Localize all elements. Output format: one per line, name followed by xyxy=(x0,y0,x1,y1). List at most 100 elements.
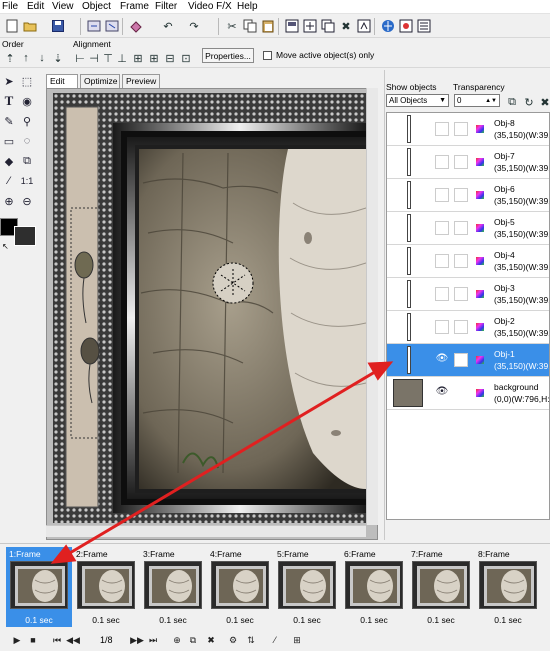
lock-toggle[interactable] xyxy=(454,254,468,268)
zoom-in-icon[interactable]: ⊕ xyxy=(2,194,16,208)
swap-colors-icon[interactable]: ↖ xyxy=(2,242,9,251)
menu-video-fx[interactable]: Video F/X xyxy=(188,1,232,12)
visibility-toggle[interactable] xyxy=(435,155,449,169)
frame-thumbnail[interactable]: 3:Frame 0.1 sec xyxy=(140,547,206,627)
lock-toggle[interactable] xyxy=(454,287,468,301)
next-frame-icon[interactable]: ▶▶ xyxy=(130,633,144,647)
export-icon[interactable] xyxy=(104,18,120,34)
copy-frame-icon[interactable]: ⧉ xyxy=(186,633,200,647)
lasso-icon[interactable]: ◌ xyxy=(20,134,34,148)
frame-properties-icon[interactable] xyxy=(284,18,300,34)
lock-toggle[interactable] xyxy=(454,122,468,136)
spinner-icon[interactable]: ▲▼ xyxy=(485,98,497,104)
frame-thumbnail[interactable]: 8:Frame 0.1 sec xyxy=(475,547,541,627)
zoom-region-icon[interactable]: ◉ xyxy=(20,94,34,108)
align-grid-icon[interactable]: ⊞ xyxy=(146,50,162,66)
object-row[interactable]: 👁 background (0,0)(W:796,H: xyxy=(387,377,549,410)
redo-icon[interactable]: ↷ xyxy=(186,18,202,34)
lock-toggle[interactable] xyxy=(454,320,468,334)
undo-icon[interactable]: ↶ xyxy=(160,18,176,34)
distribute-v-icon[interactable]: ⊡ xyxy=(178,50,194,66)
bring-forward-icon[interactable]: ↑ xyxy=(18,50,34,66)
canvas-horizontal-scrollbar[interactable] xyxy=(46,525,366,537)
paint-bucket-icon[interactable] xyxy=(128,18,144,34)
frame-order-icon[interactable]: ⇅ xyxy=(244,633,258,647)
object-row[interactable]: Obj-6 (35,150)(W:39, xyxy=(387,179,549,212)
lock-toggle[interactable] xyxy=(454,221,468,235)
frame-thumbnail[interactable]: 2:Frame 0.1 sec xyxy=(73,547,139,627)
magic-wand-icon[interactable]: ⚲ xyxy=(20,114,34,128)
background-color-swatch[interactable] xyxy=(14,226,36,246)
first-frame-icon[interactable]: ⏮ xyxy=(50,633,64,647)
properties-button[interactable]: Properties... xyxy=(202,48,254,63)
lock-toggle[interactable] xyxy=(454,353,468,367)
tab-optimize[interactable]: Optimize xyxy=(80,74,120,88)
menu-filter[interactable]: Filter xyxy=(155,1,177,12)
tab-preview[interactable]: Preview xyxy=(122,74,160,88)
fill-icon[interactable]: ◆ xyxy=(2,154,16,168)
frame-thumbnail[interactable]: 6:Frame 0.1 sec xyxy=(341,547,407,627)
object-row[interactable]: Obj-7 (35,150)(W:39, xyxy=(387,146,549,179)
tab-edit[interactable]: Edit xyxy=(46,74,78,88)
visibility-toggle[interactable] xyxy=(435,188,449,202)
frame-nav-icon[interactable] xyxy=(356,18,372,34)
visibility-eye-icon[interactable]: 👁 xyxy=(435,386,449,400)
stop-icon[interactable]: ■ xyxy=(26,633,40,647)
lock-toggle[interactable] xyxy=(454,188,468,202)
tween-icon[interactable]: ⁄ xyxy=(268,633,282,647)
visibility-toggle[interactable] xyxy=(435,254,449,268)
object-delete-icon[interactable]: ✖ xyxy=(537,94,550,110)
bring-to-front-icon[interactable]: ⇡ xyxy=(2,50,18,66)
pen-icon[interactable]: ✎ xyxy=(2,114,16,128)
transparency-input[interactable]: 0 ▲▼ xyxy=(454,94,500,107)
open-folder-icon[interactable] xyxy=(22,18,38,34)
cut-icon[interactable]: ✂ xyxy=(224,18,240,34)
lock-toggle[interactable] xyxy=(454,155,468,169)
send-backward-icon[interactable]: ↓ xyxy=(34,50,50,66)
visibility-toggle[interactable] xyxy=(435,320,449,334)
align-bottom-icon[interactable]: ⊞ xyxy=(130,50,146,66)
frame-thumbnail[interactable]: 7:Frame 0.1 sec xyxy=(408,547,474,627)
menu-frame[interactable]: Frame xyxy=(120,1,149,12)
visibility-eye-icon[interactable]: 👁 xyxy=(435,353,449,367)
frame-thumbnail[interactable]: 1:Frame 0.1 sec xyxy=(6,547,72,627)
object-row[interactable]: Obj-2 (35,150)(W:39, xyxy=(387,311,549,344)
menu-object[interactable]: Object xyxy=(82,1,111,12)
play-icon[interactable]: ▶ xyxy=(10,633,24,647)
menu-file[interactable]: File xyxy=(2,1,18,12)
object-row[interactable]: Obj-5 (35,150)(W:39, xyxy=(387,212,549,245)
object-duplicate-icon[interactable]: ↻ xyxy=(521,94,537,110)
copy-icon[interactable] xyxy=(242,18,258,34)
object-row[interactable]: Obj-8 (35,150)(W:39, xyxy=(387,113,549,146)
zoom-out-icon[interactable]: ⊖ xyxy=(20,194,34,208)
text-tool-icon[interactable]: T xyxy=(2,93,16,108)
menu-edit[interactable]: Edit xyxy=(27,1,44,12)
distribute-h-icon[interactable]: ⊟ xyxy=(162,50,178,66)
new-icon[interactable] xyxy=(4,18,20,34)
last-frame-icon[interactable]: ⏭ xyxy=(146,633,160,647)
menu-view[interactable]: View xyxy=(52,1,74,12)
align-middle-icon[interactable]: ⊥ xyxy=(114,50,130,66)
transform-icon[interactable]: ⧉ xyxy=(20,154,34,168)
frame-grid-icon[interactable]: ⊞ xyxy=(290,633,304,647)
crop-select-icon[interactable]: ⬚ xyxy=(20,74,34,88)
object-properties-icon[interactable]: ⧉ xyxy=(504,94,520,110)
visibility-toggle[interactable] xyxy=(435,221,449,235)
visibility-toggle[interactable] xyxy=(435,287,449,301)
actual-size-icon[interactable]: 1:1 xyxy=(20,174,34,188)
object-row[interactable]: Obj-3 (35,150)(W:39, xyxy=(387,278,549,311)
send-to-back-icon[interactable]: ⇣ xyxy=(50,50,66,66)
save-icon[interactable] xyxy=(50,18,66,34)
object-row[interactable]: Obj-4 (35,150)(W:39, xyxy=(387,245,549,278)
canvas-vertical-scrollbar[interactable] xyxy=(366,88,378,525)
prev-frame-icon[interactable]: ◀◀ xyxy=(66,633,80,647)
menu-help[interactable]: Help xyxy=(237,1,258,12)
visibility-toggle[interactable] xyxy=(435,122,449,136)
delete-frame-icon[interactable]: ✖ xyxy=(338,18,354,34)
add-frame-icon[interactable] xyxy=(302,18,318,34)
eyedropper-icon[interactable]: ⁄ xyxy=(2,174,16,188)
image-canvas[interactable] xyxy=(53,93,366,523)
duplicate-frame-icon[interactable] xyxy=(320,18,336,34)
delete-frame-bottom-icon[interactable]: ✖ xyxy=(204,633,218,647)
browser-preview-icon[interactable] xyxy=(380,18,396,34)
